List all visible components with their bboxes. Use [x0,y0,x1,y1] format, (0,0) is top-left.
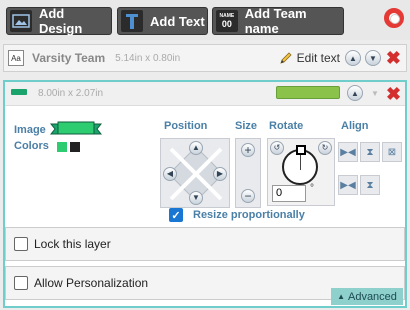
add-design-label: Add Design [38,6,83,36]
add-text-label: Add Text [150,13,205,29]
rotate-heading: Rotate [269,120,304,132]
team-name-icon: NAME 00 [216,10,238,32]
degree-symbol: ° [310,183,314,194]
align-center-vertical-icon[interactable]: ⧗ [360,142,380,162]
allow-personalization-label: Allow Personalization [34,276,149,290]
size-decrease-icon[interactable]: − [241,189,255,203]
pencil-icon [280,52,292,64]
lock-layer-row[interactable]: Lock this layer [5,227,405,261]
image-icon [10,10,32,32]
align-vertical-icon[interactable]: ⧗ [360,175,380,195]
text-layer-icon: Aa [8,50,24,66]
rotation-dial-handle[interactable] [296,145,306,155]
rotate-ccw-icon[interactable]: ↺ [270,141,284,155]
align-left-icon[interactable]: ▶◀ [338,142,358,162]
delete-image-layer-icon[interactable]: ✖ [386,85,401,103]
banner-image-thumbnail[interactable] [50,120,102,138]
edit-text-label: Edit text [296,51,340,65]
toolbar: Add Design Add Text NAME 00 Add Team nam… [0,0,410,40]
text-layer-dimensions: 5.14in x 0.80in [115,52,181,64]
align-center-both-icon[interactable]: ⊠ [382,142,402,162]
move-down-arrow-icon[interactable]: ▼ [189,191,203,205]
resize-proportionally-label: Resize proportionally [193,209,305,221]
colors-label: Colors [14,140,49,152]
text-t-icon [121,10,143,32]
image-layer-dimensions: 8.00in x 2.07in [38,88,104,99]
position-dpad: ▲ ▼ ◀ ▶ [160,138,230,208]
image-layer-header[interactable]: 8.00in x 2.07in ▲ ▼ ✖ [5,82,405,106]
move-layer-up-button[interactable]: ▲ [345,50,361,66]
move-right-arrow-icon[interactable]: ▶ [213,167,227,181]
delete-layer-icon[interactable]: ✖ [386,49,401,67]
lock-layer-checkbox[interactable] [14,237,28,251]
layer-status-bar [276,86,340,99]
size-controls: + − [235,138,261,208]
position-heading: Position [164,120,208,132]
add-team-name-button[interactable]: NAME 00 Add Team name [212,6,344,36]
advanced-label: Advanced [347,290,397,303]
align-horizontal-icon[interactable]: ▶◀ [338,175,358,195]
rotation-input[interactable]: 0 [272,185,306,202]
text-layer-row[interactable]: Aa Varsity Team 5.14in x 0.80in Edit tex… [3,44,407,72]
color-swatch-black[interactable] [70,142,80,152]
color-swatch-green[interactable] [57,142,67,152]
add-team-name-label: Add Team name [244,6,307,36]
allow-personalization-checkbox[interactable] [14,276,28,290]
edit-text-button[interactable]: Edit text [279,51,340,65]
add-design-button[interactable]: Add Design [6,6,112,36]
advanced-button[interactable]: ▲ Advanced [331,288,403,305]
size-increase-icon[interactable]: + [241,143,255,157]
rotation-dial-needle [300,153,301,170]
size-heading: Size [235,120,258,132]
move-image-layer-down-button[interactable]: ▼ [367,85,383,101]
rotate-cw-icon[interactable]: ↻ [318,141,332,155]
move-up-arrow-icon[interactable]: ▲ [189,141,203,155]
image-layer-panel: 8.00in x 2.07in ▲ ▼ ✖ Image Colors Posit… [3,80,407,308]
move-left-arrow-icon[interactable]: ◀ [163,167,177,181]
move-image-layer-up-button[interactable]: ▲ [347,85,363,101]
resize-proportionally-checkbox[interactable]: ✓ [169,208,183,222]
help-lifebuoy-icon[interactable] [384,8,404,28]
lock-layer-label: Lock this layer [34,237,111,251]
banner-thumbnail-icon [11,89,27,95]
image-label: Image [14,124,46,136]
text-layer-name: Varsity Team [32,51,106,65]
chevron-up-icon: ▲ [337,292,345,301]
add-text-button[interactable]: Add Text [117,7,208,35]
move-layer-down-button[interactable]: ▼ [365,50,381,66]
rotate-controls: ↺ ↻ 0 ° [267,138,335,206]
align-heading: Align [341,120,369,132]
